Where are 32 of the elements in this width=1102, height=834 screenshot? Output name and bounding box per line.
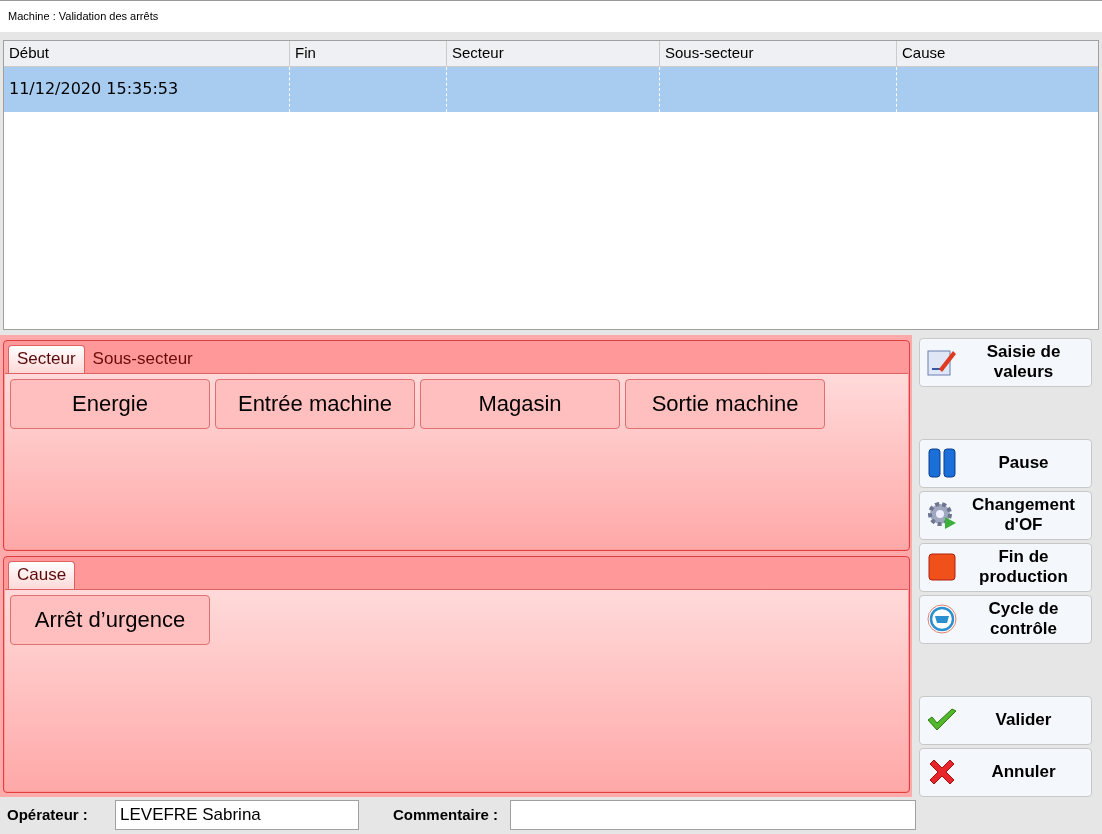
choice-button[interactable]: Energie [10,378,210,429]
action-button[interactable]: Saisie de valeurs [919,337,1092,387]
choice-button[interactable]: Sortie machine [625,378,825,429]
gear-play-icon [926,499,958,532]
tab[interactable]: Cause [8,560,76,589]
comment-label: Commentaire : [391,805,498,826]
choice-button[interactable]: Entrée machine [215,378,415,429]
operator-label: Opérateur : [7,805,89,826]
check-icon [926,708,958,733]
table-row[interactable]: 11/12/2020 15:35:53 [4,66,1098,112]
choice-button[interactable]: Arrêt d’urgence [10,594,210,645]
column-header[interactable]: Secteur [446,40,659,66]
table-cell-text: 11/12/2020 15:35:53 [9,78,179,101]
stop-square-icon [928,553,956,582]
operator-field[interactable]: LEVEFRE Sabrina [115,800,359,831]
cycle-icon [926,603,958,636]
action-button[interactable]: Fin de production [919,542,1092,592]
action-button[interactable]: Changement d'OF [919,490,1092,540]
column-header[interactable]: Sous-secteur [659,40,896,66]
action-button[interactable]: Cycle de contrôle [919,594,1092,644]
window-title: Machine : Validation des arrêts [8,9,159,25]
column-header[interactable]: Cause [896,40,1098,66]
column-header[interactable]: Fin [289,40,446,66]
comment-field[interactable] [510,800,916,831]
action-button[interactable]: Valider [919,695,1092,745]
tab[interactable]: Sous-secteur [84,344,201,373]
tab[interactable]: Secteur [8,344,85,373]
action-button[interactable]: Annuler [919,747,1092,797]
column-header[interactable]: Début [4,40,289,66]
choice-button[interactable]: Magasin [420,378,620,429]
pause-icon [928,448,956,479]
action-button[interactable]: Pause [919,438,1092,488]
